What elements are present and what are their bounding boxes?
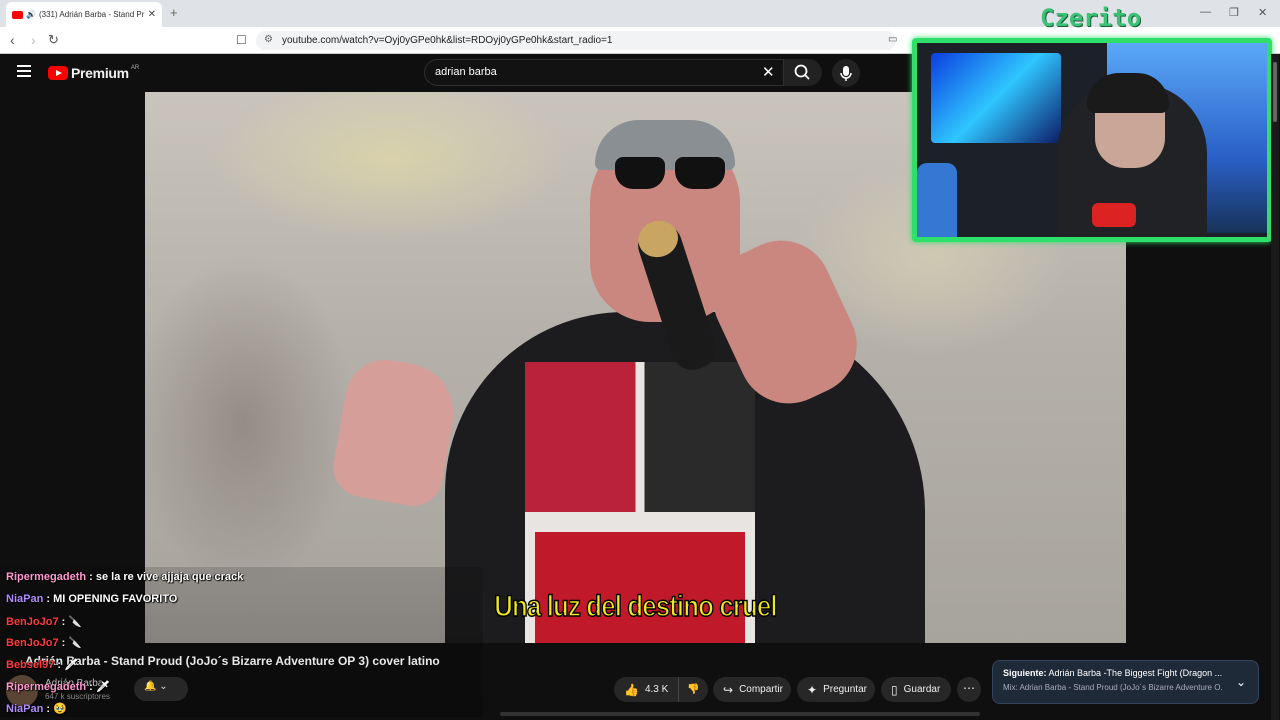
chat-message: Ripermegadeth : 🗡 — [6, 680, 110, 693]
chat-text: 🗡 — [95, 681, 110, 693]
up-next-playlist: Mix: Adrian Barba - Stand Proud (JoJo´s … — [1003, 683, 1223, 692]
menu-icon[interactable] — [17, 65, 31, 77]
sunglasses — [615, 157, 727, 191]
ask-button[interactable]: ✦ Preguntar — [797, 677, 875, 702]
voice-search-button[interactable] — [832, 59, 860, 87]
like-count: 4.3 K — [644, 684, 669, 695]
chat-separator: : — [58, 637, 69, 649]
headphones — [1087, 73, 1169, 113]
microphone-icon — [840, 66, 852, 81]
new-tab-icon[interactable]: + — [170, 5, 178, 20]
chair — [917, 163, 957, 237]
tab-title: (331) Adrián Barba - Stand Pr — [38, 10, 145, 19]
more-actions-icon[interactable]: ⋯ — [957, 677, 981, 702]
close-tab-icon[interactable]: ✕ — [148, 9, 156, 20]
bookmark-save-icon: ▯ — [891, 682, 898, 697]
youtube-play-icon — [48, 66, 68, 80]
clear-search-icon[interactable]: ✕ — [762, 63, 775, 81]
chevron-down-icon: ⌄ — [159, 681, 168, 692]
thumbs-up-icon: 👍 — [624, 682, 639, 697]
chat-message: BenJoJo7 : 🔪 — [6, 636, 82, 649]
youtube-logo[interactable]: Premium AR — [48, 65, 139, 81]
chat-separator: : — [43, 593, 54, 605]
bell-icon: 🔔 — [144, 681, 157, 692]
url-field[interactable]: ⚙ youtube.com/watch?v=Oyj0yGPe0hk&list=R… — [256, 31, 896, 50]
chat-message: Bebsel97 : 🗡 — [6, 658, 78, 671]
chat-text: se la re vive ajjaja que crack — [95, 571, 244, 583]
chat-text: 🔪 — [68, 616, 83, 628]
thumbs-down-icon: 👎 — [687, 684, 700, 695]
streamer-microphone — [1092, 203, 1136, 227]
share-button[interactable]: ↪ Compartir — [713, 677, 791, 702]
subscriber-count: 647 k suscriptores — [45, 692, 110, 701]
up-next-title: Adrián Barba -The Biggest Fight (Dragon … — [1048, 668, 1223, 678]
chat-username: Ripermegadeth — [6, 571, 87, 583]
browser-tab[interactable]: 🔊 (331) Adrián Barba - Stand Pr ✕ — [6, 2, 162, 27]
sparkle-icon: ✦ — [807, 682, 818, 697]
reload-icon[interactable]: ↻ — [48, 32, 59, 48]
save-label: Guardar — [903, 684, 941, 695]
screen-cast-icon[interactable]: ▭ — [888, 34, 897, 45]
chat-message: Ripermegadeth : se la re vive ajjaja que… — [6, 571, 243, 583]
webcam-overlay — [912, 38, 1272, 242]
chat-message: BenJoJo7 : 🔪 — [6, 615, 82, 628]
minimize-icon[interactable]: — — [1200, 6, 1211, 18]
chat-username: NiaPan — [6, 593, 44, 605]
site-info-icon[interactable]: ⚙ — [264, 34, 273, 45]
chat-username: Ripermegadeth — [6, 681, 87, 693]
chat-text: 🔪 — [68, 637, 83, 649]
audio-playing-icon[interactable]: 🔊 — [26, 10, 36, 19]
search-button[interactable] — [784, 59, 822, 86]
dislike-button[interactable]: 👎 — [678, 677, 708, 702]
notification-bell-button[interactable]: 🔔 ⌄ — [134, 677, 188, 701]
chat-separator: : — [58, 616, 69, 628]
page-scrollbar[interactable] — [1271, 54, 1279, 720]
chat-text: MI OPENING FAVORITO — [53, 593, 178, 605]
url-text: youtube.com/watch?v=Oyj0yGPe0hk&list=RDO… — [282, 35, 613, 46]
chat-text: 🗡 — [64, 659, 79, 671]
forward-icon[interactable]: › — [31, 32, 36, 48]
pc-case — [931, 53, 1061, 143]
chat-separator: : — [43, 703, 54, 715]
back-icon[interactable]: ‹ — [10, 32, 15, 48]
share-label: Compartir — [739, 684, 783, 695]
region-code: AR — [130, 65, 140, 71]
chat-separator: : — [86, 571, 96, 583]
up-next-card[interactable]: Siguiente: Adrián Barba -The Biggest Fig… — [992, 660, 1259, 704]
close-window-icon[interactable]: ✕ — [1258, 6, 1267, 19]
chat-separator: : — [54, 659, 65, 671]
search-icon — [794, 64, 810, 80]
streamer-name: Czerito — [1040, 4, 1142, 32]
chat-username: Bebsel97 — [6, 659, 55, 671]
like-button[interactable]: 👍 4.3 K — [614, 677, 678, 702]
chat-message: NiaPan : MI OPENING FAVORITO — [6, 593, 177, 605]
share-icon: ↪ — [723, 682, 734, 697]
save-button[interactable]: ▯ Guardar — [881, 677, 951, 702]
chat-message: NiaPan : 🥹 — [6, 702, 67, 715]
ask-label: Preguntar — [823, 684, 867, 695]
bookmark-icon[interactable]: ☐ — [236, 33, 247, 47]
expand-chevron-icon[interactable]: ⌄ — [1236, 675, 1246, 689]
chat-username: NiaPan — [6, 703, 44, 715]
up-next-label: Siguiente: — [1003, 668, 1047, 678]
bottom-strip — [500, 712, 980, 716]
search-input[interactable]: adrian barba — [424, 59, 784, 86]
chat-text: 🥹 — [53, 703, 67, 715]
youtube-favicon-icon — [12, 10, 23, 19]
maximize-icon[interactable]: ❐ — [1229, 6, 1239, 19]
logo-text: Premium — [71, 65, 129, 81]
chat-username: BenJoJo7 — [6, 616, 59, 628]
chat-separator: : — [86, 681, 96, 693]
chat-username: BenJoJo7 — [6, 637, 59, 649]
video-title: Adrián Barba - Stand Proud (JoJo´s Bizar… — [25, 654, 440, 668]
